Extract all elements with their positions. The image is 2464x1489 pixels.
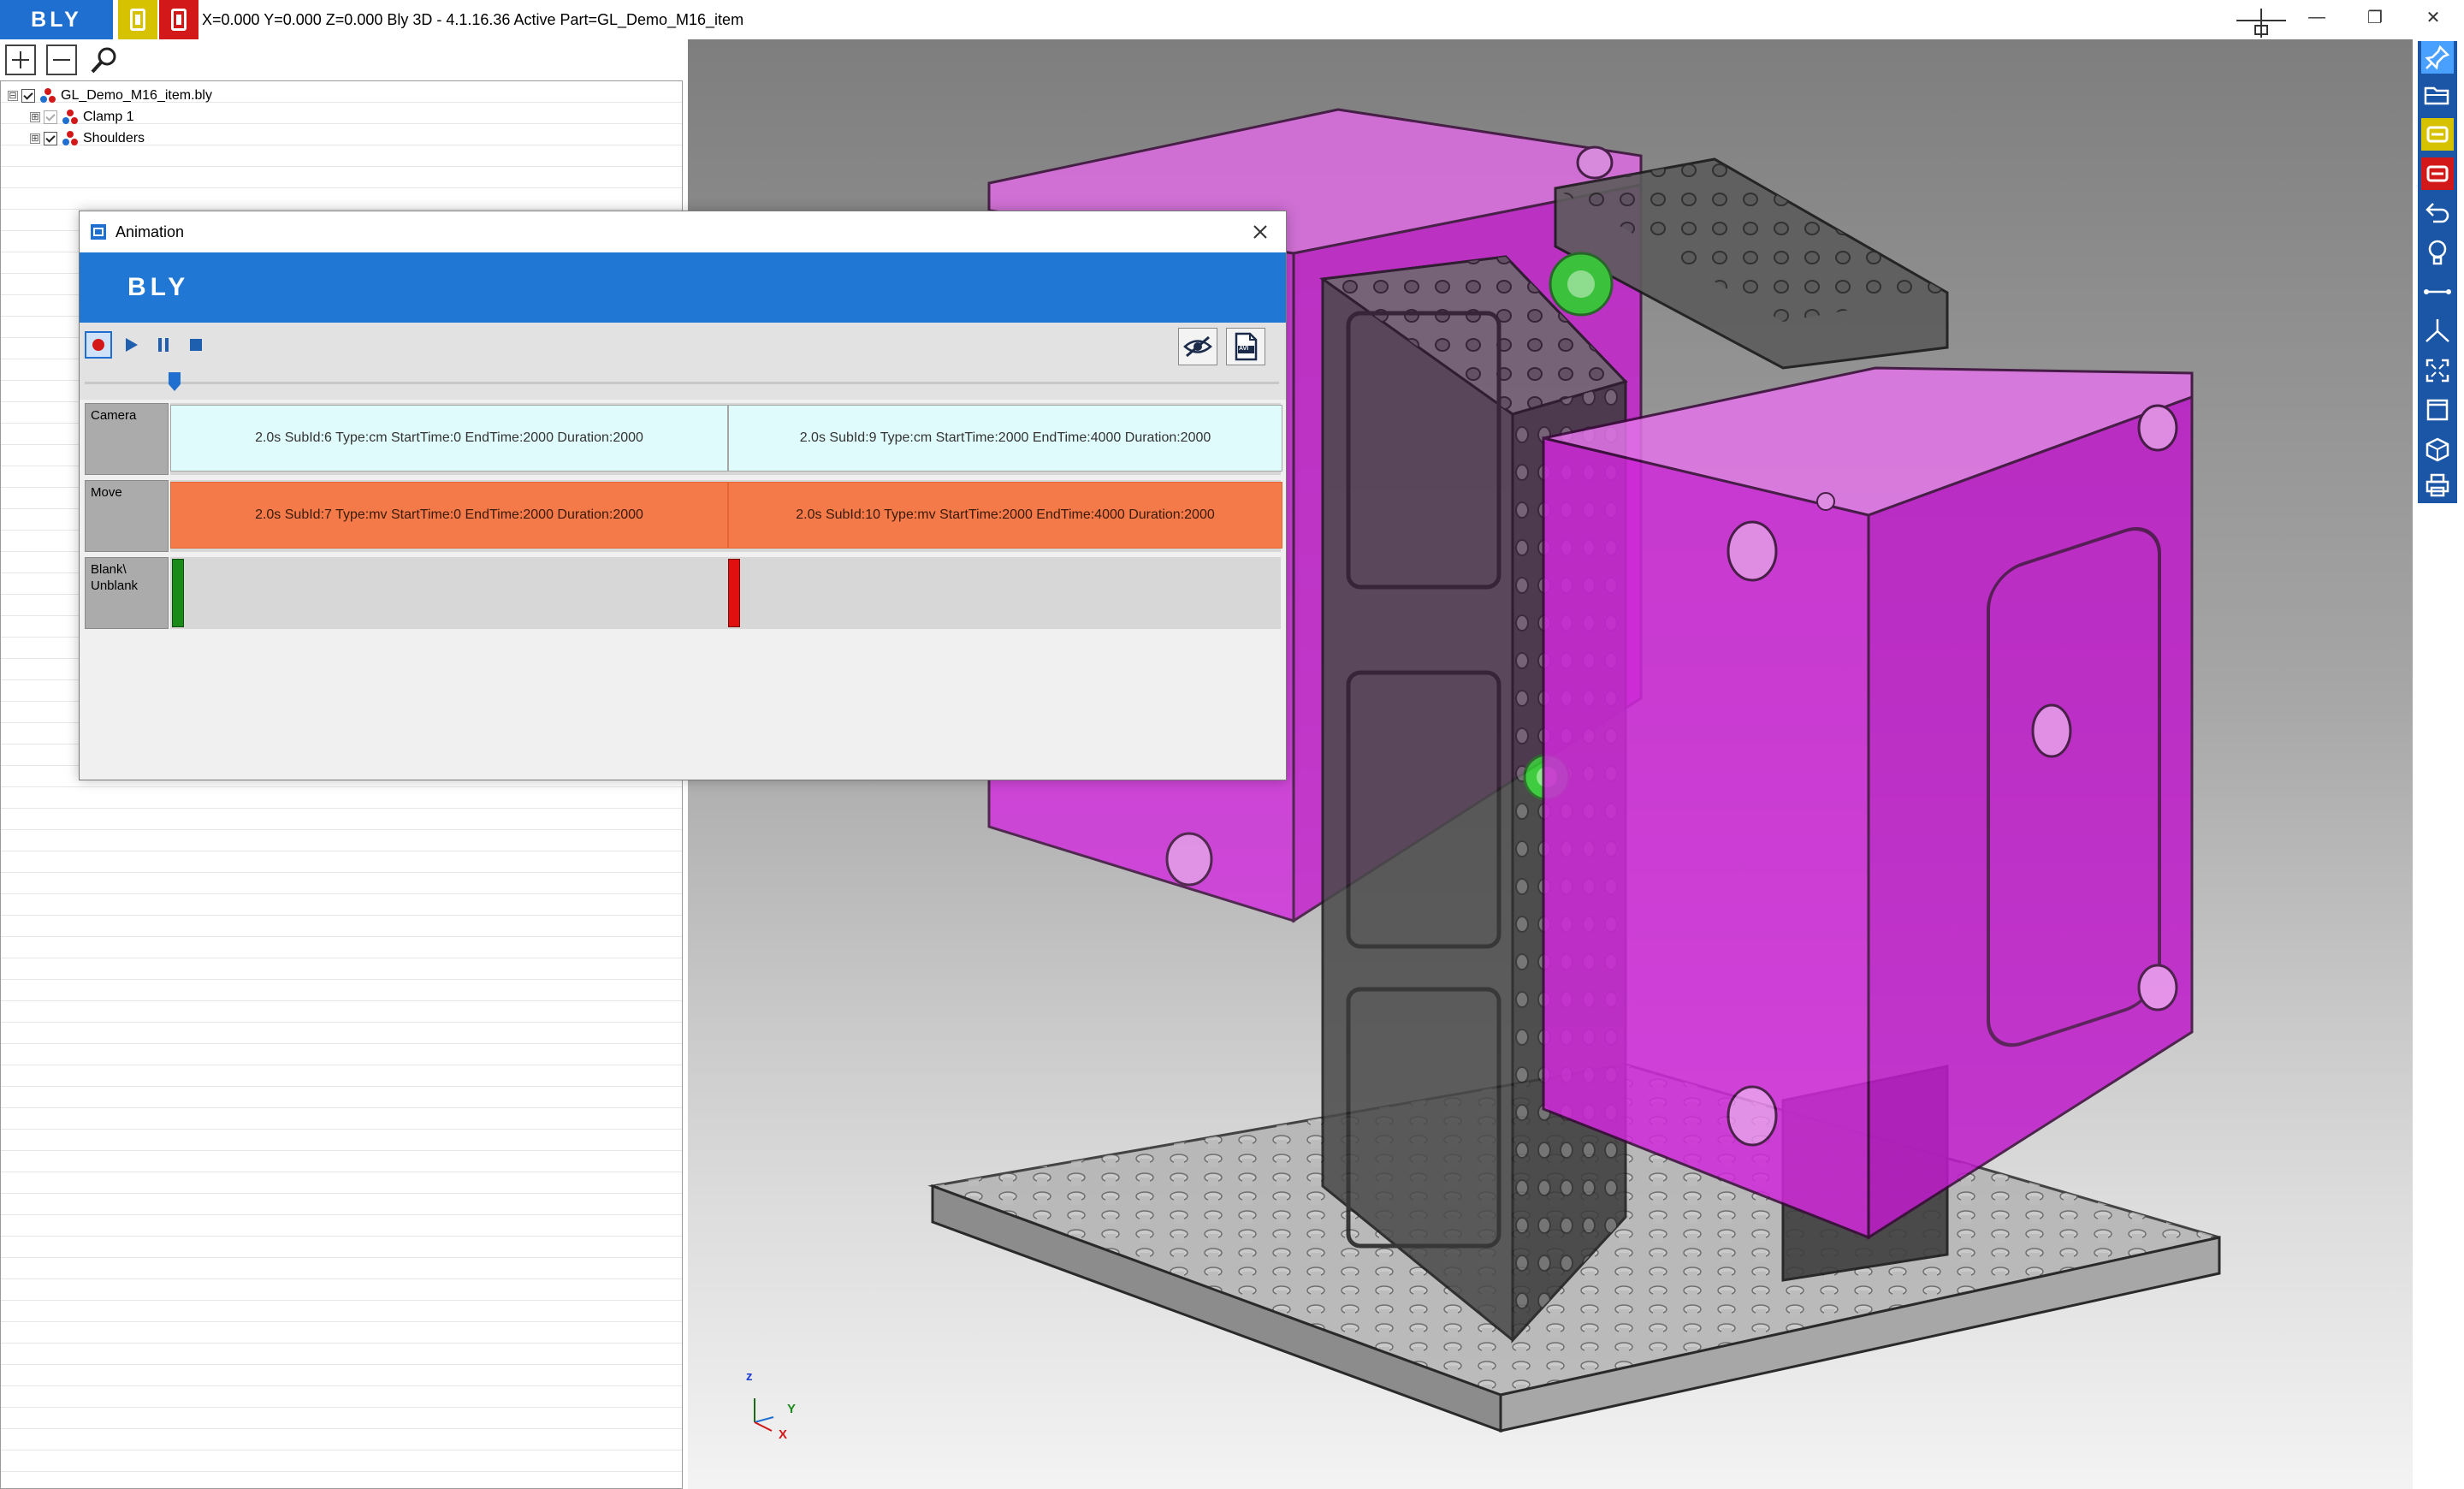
search-button[interactable] xyxy=(89,44,120,75)
play-icon xyxy=(126,338,138,352)
tree-item-label: GL_Demo_M16_item.bly xyxy=(61,88,212,103)
play-button[interactable] xyxy=(117,331,145,359)
plus-icon xyxy=(12,51,29,68)
blank-marker[interactable] xyxy=(172,559,184,627)
slider-thumb[interactable] xyxy=(169,372,181,391)
track-move: Move 2.0s SubId:7 Type:mv StartTime:0 En… xyxy=(85,480,1282,552)
fit-extents-icon[interactable] xyxy=(2421,354,2454,387)
axis-triad-icon[interactable] xyxy=(2421,315,2454,347)
tree-item-shoulders[interactable]: ⊞ Shoulders xyxy=(30,128,145,150)
move-clip[interactable]: 2.0s SubId:7 Type:mv StartTime:0 EndTime… xyxy=(170,482,728,549)
measure-line-icon[interactable] xyxy=(2421,276,2454,308)
right-toolbar xyxy=(2418,41,2457,503)
magnifier-icon xyxy=(91,47,116,74)
yellow-part-icon[interactable] xyxy=(118,0,157,39)
track-blank-unblank: Blank\ Unblank xyxy=(85,557,1281,629)
track-camera: Camera 2.0s SubId:6 Type:cm StartTime:0 … xyxy=(85,403,1282,475)
track-label: Move xyxy=(85,480,169,552)
track-label: Camera xyxy=(85,403,169,475)
restore-button[interactable]: ❐ xyxy=(2346,0,2404,34)
visibility-checkbox[interactable] xyxy=(44,110,57,124)
front-mold-part xyxy=(1542,366,2194,1240)
axis-y-label: Y xyxy=(787,1402,797,1416)
expand-toggle[interactable]: ⊞ xyxy=(30,112,40,122)
hide-eye-icon xyxy=(1183,335,1212,358)
move-clip[interactable]: 2.0s SubId:10 Type:mv StartTime:2000 End… xyxy=(728,482,1282,549)
pin-icon[interactable] xyxy=(2421,41,2454,74)
cursor-crosshair-icon xyxy=(2236,9,2286,38)
animation-window-icon xyxy=(91,224,106,240)
track-area[interactable] xyxy=(170,557,1281,629)
track-label-line: Unblank xyxy=(91,578,139,593)
red-part-icon[interactable] xyxy=(2421,157,2454,190)
axis-z-label: z xyxy=(746,1369,753,1384)
banner-logo: BLY xyxy=(127,273,190,301)
playback-controls: AVI xyxy=(80,323,1286,400)
tree-item-root[interactable]: ⊟ GL_Demo_M16_item.bly xyxy=(8,85,212,107)
avi-label: AVI xyxy=(1239,346,1249,352)
title-bar: BLY X=0.000 Y=0.000 Z=0.000 Bly 3D - 4.1… xyxy=(0,0,2464,39)
visibility-checkbox[interactable] xyxy=(44,132,57,145)
track-label: Blank\ Unblank xyxy=(85,557,169,629)
export-avi-button[interactable]: AVI xyxy=(1226,328,1265,365)
hide-toggle-button[interactable] xyxy=(1178,328,1217,365)
track-area[interactable]: 2.0s SubId:6 Type:cm StartTime:0 EndTime… xyxy=(170,403,1282,475)
unblank-marker[interactable] xyxy=(728,559,740,627)
close-icon xyxy=(1253,225,1267,239)
folder-open-icon[interactable] xyxy=(2421,79,2454,111)
red-part-icon[interactable] xyxy=(159,0,198,39)
pause-icon xyxy=(158,338,169,352)
yellow-part-icon[interactable] xyxy=(2421,118,2454,151)
window-title: X=0.000 Y=0.000 Z=0.000 Bly 3D - 4.1.16.… xyxy=(202,11,744,28)
track-label-line: Blank\ xyxy=(91,562,127,577)
expand-all-button[interactable] xyxy=(5,44,36,75)
dialog-banner: BLY xyxy=(80,252,1286,323)
tree-item-label: Shoulders xyxy=(83,131,145,145)
iso-cube-icon[interactable] xyxy=(2421,433,2454,466)
visibility-checkbox[interactable] xyxy=(21,89,35,103)
slider-track xyxy=(85,382,1279,384)
axis-triad xyxy=(754,1398,774,1432)
track-area[interactable]: 2.0s SubId:7 Type:mv StartTime:0 EndTime… xyxy=(170,480,1282,552)
collapse-toggle[interactable]: ⊟ xyxy=(8,91,18,101)
undo-arrow-icon[interactable] xyxy=(2421,197,2454,229)
dialog-title: Animation xyxy=(116,223,185,240)
dialog-close-button[interactable] xyxy=(1243,215,1277,249)
assembly-icon xyxy=(62,110,78,124)
expand-toggle[interactable]: ⊞ xyxy=(30,133,40,144)
stop-button[interactable] xyxy=(182,331,210,359)
camera-clip[interactable]: 2.0s SubId:9 Type:cm StartTime:2000 EndT… xyxy=(728,405,1282,472)
app-logo: BLY xyxy=(0,0,113,39)
print-icon[interactable] xyxy=(2421,469,2454,501)
dialog-title-bar: Animation xyxy=(80,211,1286,252)
camera-clip[interactable]: 2.0s SubId:6 Type:cm StartTime:0 EndTime… xyxy=(170,405,728,472)
tree-item-label: Clamp 1 xyxy=(83,110,134,124)
close-window-button[interactable]: ✕ xyxy=(2404,0,2462,34)
record-icon xyxy=(92,339,104,351)
timeline-slider[interactable] xyxy=(85,372,1279,391)
view-window-icon[interactable] xyxy=(2421,394,2454,426)
assembly-icon xyxy=(40,88,56,103)
axis-x-label: X xyxy=(779,1427,788,1442)
stop-icon xyxy=(190,339,202,351)
collapse-all-button[interactable] xyxy=(46,44,77,75)
lightbulb-icon[interactable] xyxy=(2421,236,2454,269)
assembly-icon xyxy=(62,131,78,145)
minimize-button[interactable]: — xyxy=(2288,0,2346,34)
record-button[interactable] xyxy=(85,331,112,359)
animation-dialog: Animation BLY AVI Camera 2.0s SubId:6 Ty… xyxy=(79,211,1287,780)
minus-icon xyxy=(53,59,70,61)
pause-button[interactable] xyxy=(150,331,177,359)
tree-item-clamp[interactable]: ⊞ Clamp 1 xyxy=(30,106,134,128)
